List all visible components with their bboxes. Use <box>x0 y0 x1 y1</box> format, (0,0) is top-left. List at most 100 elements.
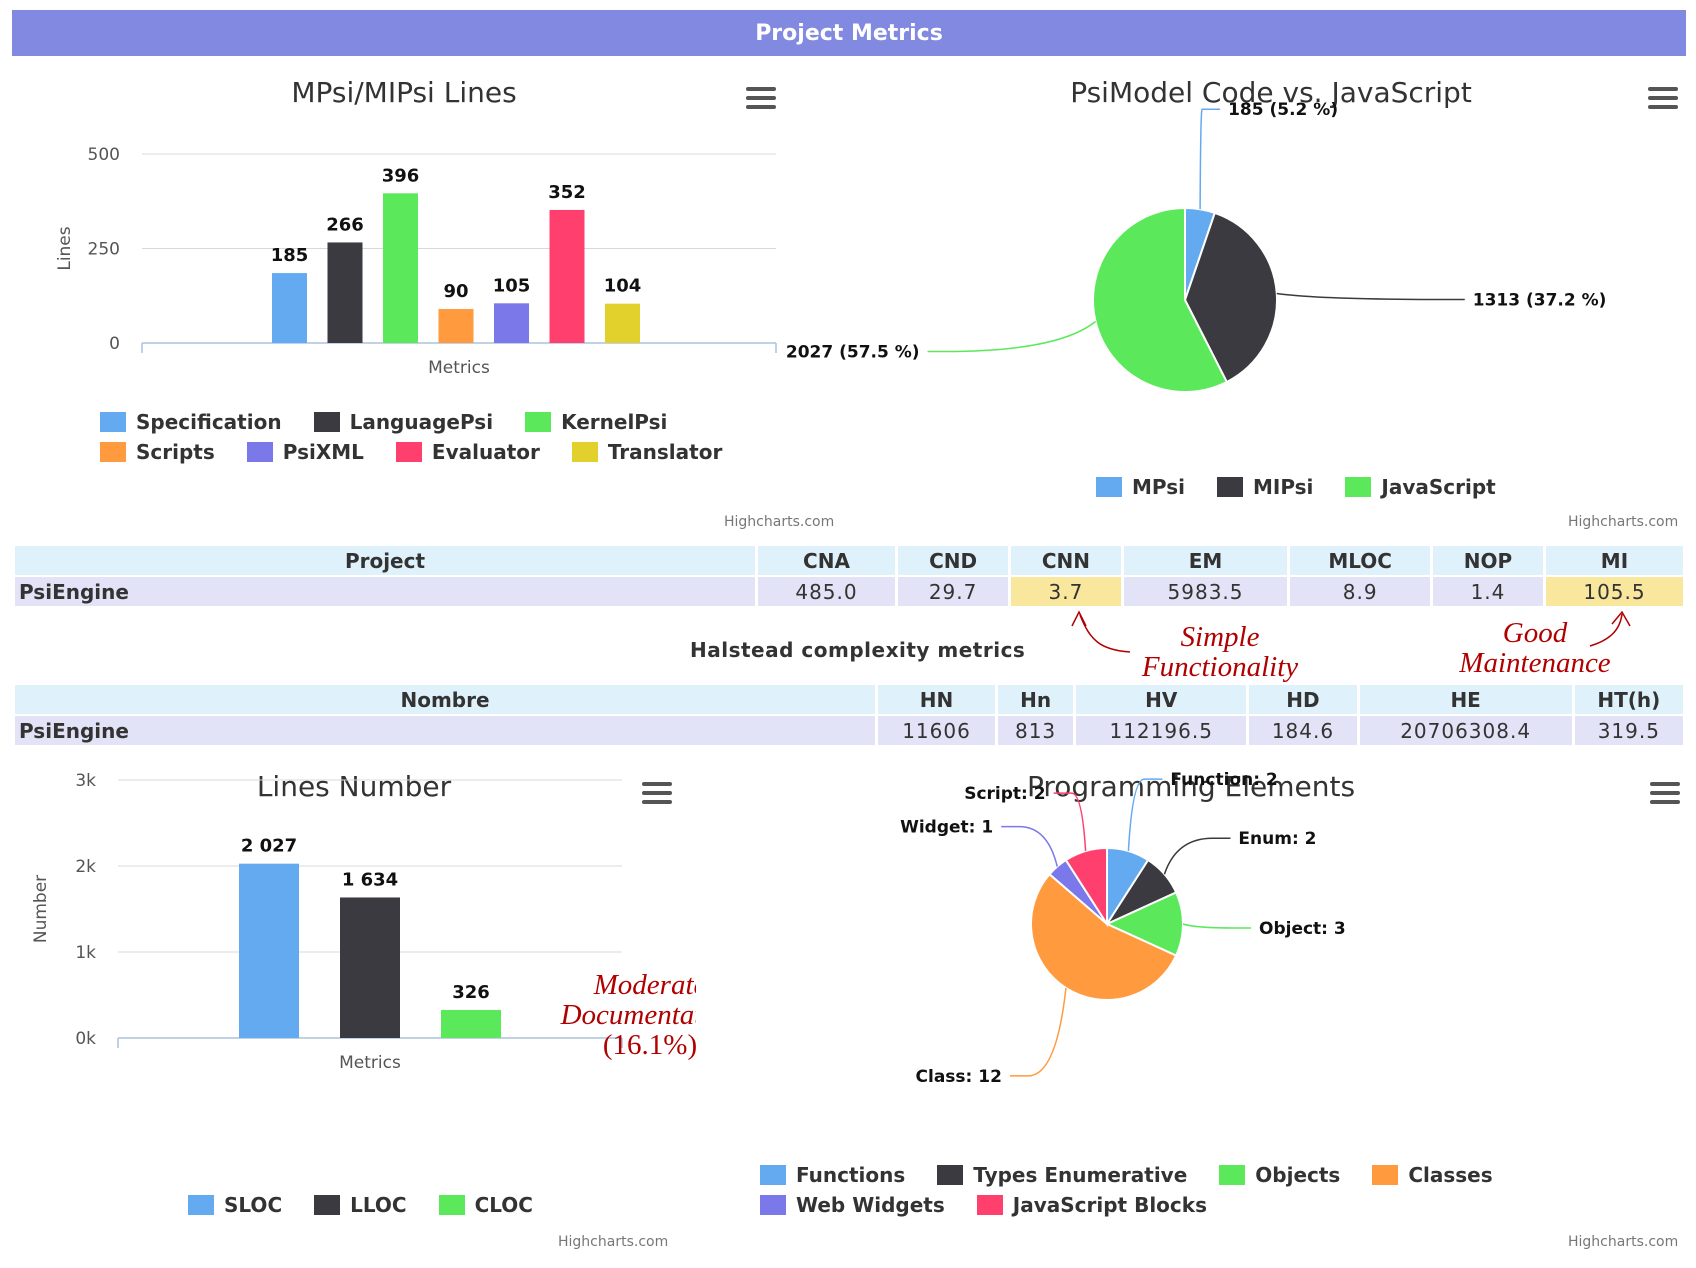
table-cell: 112196.5 <box>1076 716 1247 745</box>
bar-scripts <box>438 308 474 343</box>
pie-chart-psimodel: 185 (5.2 %) 1313 (37.2 %) 2027 (57.5 %) <box>786 100 1607 393</box>
credit-link[interactable]: Highcharts.com <box>724 514 834 530</box>
column-header: Project <box>15 546 755 575</box>
legend-label: KernelPsi <box>561 410 668 434</box>
bar-sloc <box>239 863 299 1038</box>
data-label: 185 <box>271 245 309 266</box>
y-tick-label: 3k <box>75 771 96 791</box>
connector-line <box>1127 778 1163 852</box>
legend-label: Evaluator <box>431 440 540 464</box>
table-cell: 29.7 <box>897 577 1009 606</box>
chart-legend: SLOC LLOC CLOC <box>188 1190 668 1220</box>
x-axis-label: Metrics <box>428 358 490 378</box>
annotation-line: Functionality <box>1141 651 1299 683</box>
legend-swatch <box>1372 1165 1399 1185</box>
legend-item-javascript-blocks[interactable]: JavaScript Blocks <box>976 1190 1207 1220</box>
slice-label: 185 (5.2 %) <box>1228 100 1338 120</box>
legend-swatch <box>525 412 552 432</box>
annotation-good-maintenance: Good Maintenance <box>1440 618 1630 678</box>
y-tick-label: 0 <box>109 334 120 354</box>
legend-item-translator[interactable]: Translator <box>571 437 722 467</box>
legend-item-objects[interactable]: Objects <box>1219 1160 1340 1190</box>
legend-swatch <box>760 1165 786 1185</box>
connector-line <box>1163 837 1231 875</box>
slice-label: Object: 3 <box>1259 919 1346 939</box>
column-header: CNN <box>1011 546 1121 575</box>
legend-item-classes[interactable]: Classes <box>1372 1160 1493 1190</box>
legend-swatch <box>100 442 126 462</box>
table-row: PsiEngine 11606 813 112196.5 184.6 20706… <box>15 716 1683 745</box>
legend-label: Classes <box>1408 1163 1493 1187</box>
legend-item-languagepsi[interactable]: LanguagePsi <box>313 407 493 437</box>
legend-swatch <box>313 412 340 432</box>
data-label: 326 <box>452 982 490 1003</box>
legend-swatch <box>188 1195 214 1215</box>
table-cell: 1.4 <box>1433 577 1543 606</box>
page-title: Project Metrics <box>755 20 943 46</box>
legend-label: SLOC <box>224 1193 283 1217</box>
annotation-line: Simple <box>1180 621 1260 653</box>
slice-label: Class: 12 <box>916 1067 1002 1087</box>
column-header: MI <box>1545 546 1683 575</box>
legend-item-cloc[interactable]: CLOC <box>438 1190 533 1220</box>
bar-kernelpsi <box>383 193 418 343</box>
table-cell: 319.5 <box>1574 716 1683 745</box>
legend-item-sloc[interactable]: SLOC <box>188 1190 282 1220</box>
legend-swatch <box>1345 477 1372 497</box>
legend-item-javascript[interactable]: JavaScript <box>1345 472 1496 502</box>
bar-cloc <box>441 1009 501 1038</box>
slice-label: Enum: 2 <box>1238 829 1316 849</box>
legend-item-mipsi[interactable]: MIPsi <box>1216 472 1314 502</box>
legend-label: MIPsi <box>1252 475 1314 499</box>
legend-item-mpsi[interactable]: MPsi <box>1096 472 1185 502</box>
page-header: Project Metrics <box>12 10 1686 56</box>
table-cell: 20706308.4 <box>1359 716 1572 745</box>
legend-label: Web Widgets <box>796 1193 945 1217</box>
bar-specification <box>272 273 307 343</box>
legend-swatch <box>937 1165 964 1185</box>
annotation-line: Good <box>1502 617 1568 649</box>
legend-label: Objects <box>1255 1163 1341 1187</box>
legend-item-specification[interactable]: Specification <box>100 407 282 437</box>
connector-line <box>1001 825 1058 867</box>
column-header: Nombre <box>15 685 875 714</box>
annotation-simple-functionality: Simple Functionality <box>1120 622 1320 682</box>
legend-item-functions[interactable]: Functions <box>760 1160 905 1190</box>
table-header-row: Nombre HN Hn HV HD HE HT(h) <box>15 685 1683 714</box>
table-cell: 5983.5 <box>1123 577 1288 606</box>
y-tick-label: 500 <box>88 145 120 165</box>
chart-panel-programming-elements: Programming Elements Function: 2 Enum: 2O… <box>696 752 1686 1262</box>
column-header: EM <box>1123 546 1288 575</box>
legend-swatch <box>1219 1165 1246 1185</box>
slice-label: 1313 (37.2 %) <box>1473 290 1607 310</box>
connector-line <box>927 320 1097 353</box>
connector-line <box>1199 108 1221 210</box>
table-row: PsiEngine 485.0 29.7 3.7 5983.5 8.9 1.4 … <box>15 577 1683 606</box>
chart-legend: Specification LanguagePsi KernelPsi Scri… <box>100 407 780 467</box>
credit-link[interactable]: Highcharts.com <box>1568 514 1678 530</box>
legend-label: CLOC <box>474 1193 533 1217</box>
credit-link[interactable]: Highcharts.com <box>1568 1234 1678 1250</box>
legend-item-scripts[interactable]: Scripts <box>100 437 215 467</box>
column-header: HE <box>1359 685 1572 714</box>
legend-swatch <box>438 1195 465 1215</box>
credit-link[interactable]: Highcharts.com <box>558 1234 668 1250</box>
legend-item-types-enumerative[interactable]: Types Enumerative <box>937 1160 1187 1190</box>
legend-item-web-widgets[interactable]: Web Widgets <box>760 1190 945 1220</box>
table-cell: PsiEngine <box>15 577 755 606</box>
y-axis-label: Number <box>31 875 51 943</box>
legend-label: Functions <box>796 1163 906 1187</box>
arrow-cnn-head <box>1071 610 1087 627</box>
table-cell: 11606 <box>878 716 996 745</box>
data-label: 1 634 <box>342 869 398 890</box>
table-cell: 8.9 <box>1290 577 1430 606</box>
legend-item-evaluator[interactable]: Evaluator <box>395 437 540 467</box>
column-header: MLOC <box>1290 546 1430 575</box>
legend-item-lloc[interactable]: LLOC <box>314 1190 407 1220</box>
data-label: 90 <box>443 281 468 302</box>
legend-item-kernelpsi[interactable]: KernelPsi <box>525 407 667 437</box>
column-header: HT(h) <box>1574 685 1683 714</box>
legend-item-psixml[interactable]: PsiXML <box>246 437 364 467</box>
legend-label: Scripts <box>136 440 215 464</box>
column-header: HD <box>1249 685 1357 714</box>
